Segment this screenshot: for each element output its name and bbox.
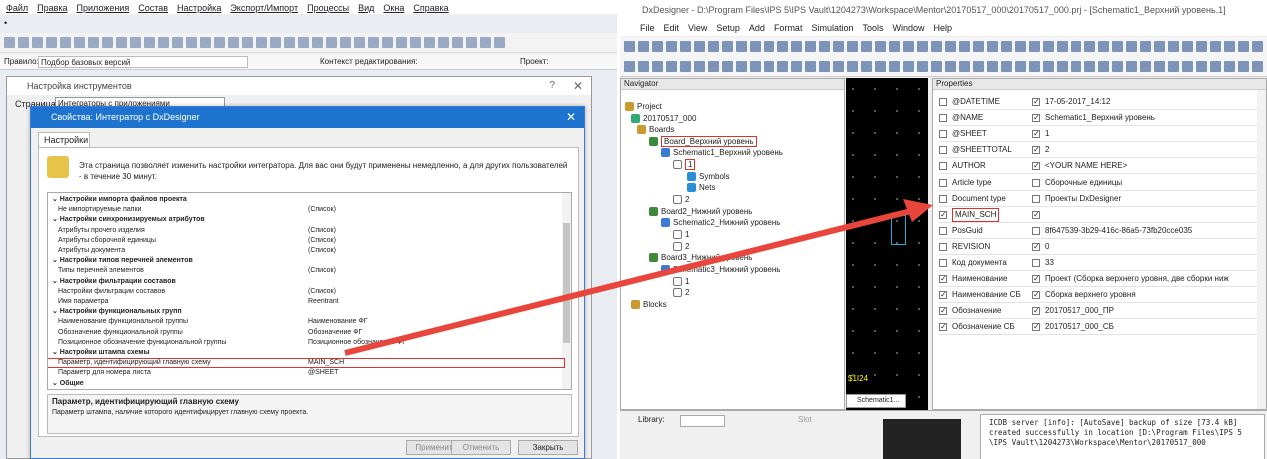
annotation-arrow	[344, 199, 933, 356]
arrow-head	[903, 199, 933, 222]
arrow-shaft	[344, 207, 916, 356]
